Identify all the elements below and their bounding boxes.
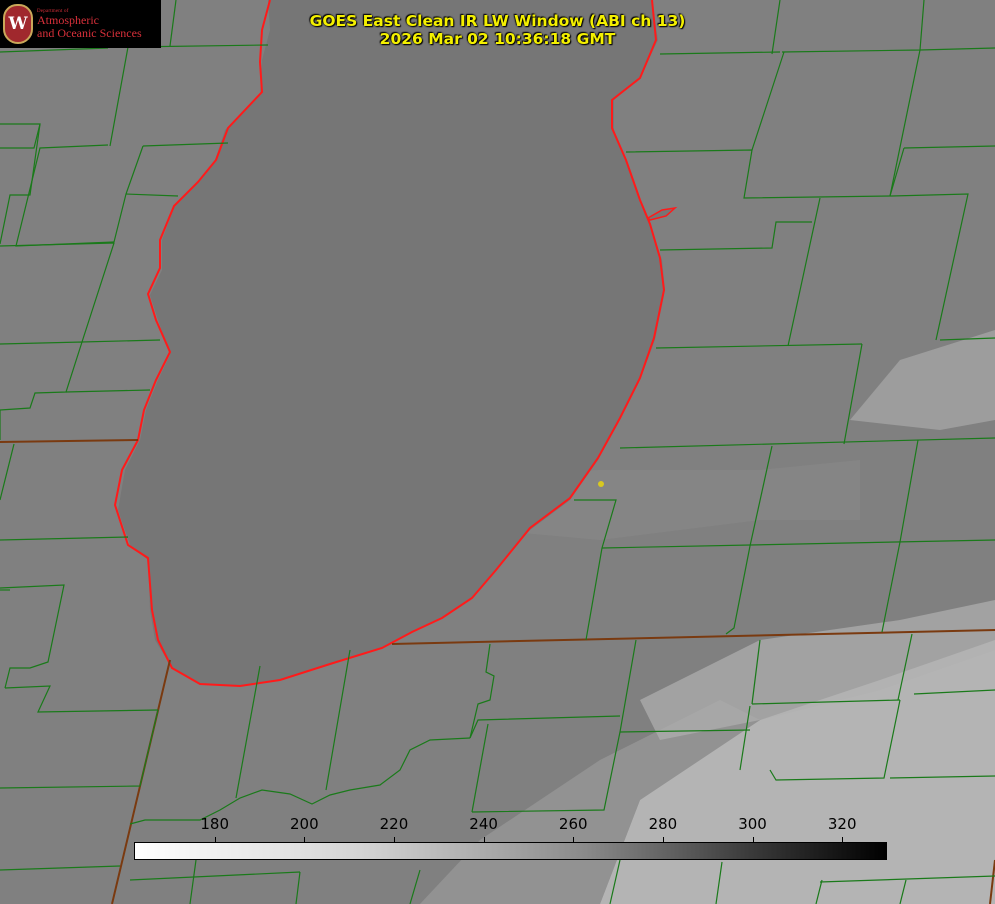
- colorbar-tick: [393, 837, 395, 843]
- colorbar-tick-label: 300: [738, 815, 767, 833]
- colorbar-tick: [573, 837, 575, 843]
- satellite-image: W Department of Atmospheric and Oceanic …: [0, 0, 995, 904]
- uw-crest-icon: W: [3, 4, 33, 44]
- colorbar-tick: [752, 837, 754, 843]
- colorbar-tick-label: 180: [200, 815, 229, 833]
- colorbar: 180 200 220 240 260 280 300 320: [134, 815, 887, 861]
- colorbar-tick: [304, 837, 306, 843]
- colorbar-tick-label: 280: [648, 815, 678, 833]
- logo-line1: Atmospheric: [37, 13, 99, 28]
- uw-aos-logo: W Department of Atmospheric and Oceanic …: [0, 0, 161, 48]
- colorbar-gradient: [134, 842, 887, 860]
- colorbar-tick-label: 220: [379, 815, 409, 833]
- map-canvas: [0, 0, 995, 904]
- colorbar-tick: [662, 837, 664, 843]
- colorbar-tick-label: 200: [289, 815, 319, 833]
- logo-line2: and Oceanic Sciences: [37, 25, 142, 40]
- location-marker: [598, 481, 604, 487]
- colorbar-tick-label: 320: [827, 815, 857, 833]
- colorbar-tick: [214, 837, 216, 843]
- colorbar-tick-label: 260: [558, 815, 588, 833]
- image-title: GOES East Clean IR LW Window (ABI ch 13)…: [170, 12, 825, 48]
- colorbar-tick-label: 240: [469, 815, 498, 833]
- colorbar-tick: [842, 837, 844, 843]
- title-product: GOES East Clean IR LW Window (ABI ch 13): [309, 12, 686, 30]
- logo-text: Department of Atmospheric and Oceanic Sc…: [37, 9, 142, 39]
- colorbar-tick: [483, 837, 485, 843]
- title-timestamp: 2026 Mar 02 10:36:18 GMT: [379, 30, 616, 48]
